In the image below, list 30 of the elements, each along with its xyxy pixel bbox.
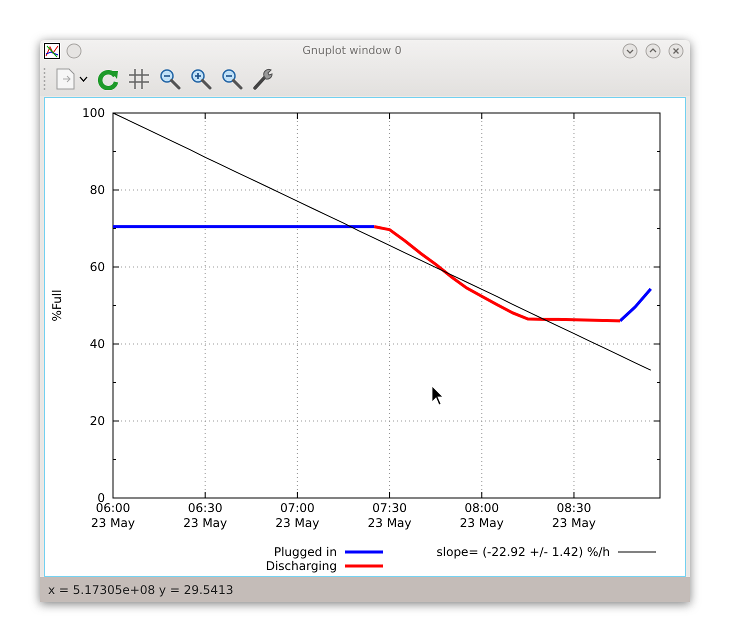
caret-icon[interactable] bbox=[79, 76, 88, 82]
legend-label: Plugged in bbox=[274, 545, 337, 559]
wrench-icon[interactable] bbox=[252, 68, 274, 90]
cursor-icon bbox=[432, 385, 444, 406]
x-tick-label: 08:30 23 May bbox=[552, 501, 596, 530]
legend-label: Discharging bbox=[266, 559, 337, 573]
x-tick-label: 07:30 23 May bbox=[368, 501, 412, 530]
grid-icon[interactable] bbox=[128, 68, 150, 90]
y-tick-label: 60 bbox=[90, 260, 105, 274]
x-tick-label: 06:00 23 May bbox=[91, 501, 135, 530]
zoom-reset-icon[interactable] bbox=[221, 68, 243, 90]
y-tick-label: 40 bbox=[90, 337, 105, 351]
y-tick-label: 20 bbox=[90, 414, 105, 428]
x-tick-label: 08:00 23 May bbox=[460, 501, 504, 530]
y-tick-label: 100 bbox=[82, 106, 105, 120]
toolbar-grip-icon bbox=[43, 67, 46, 91]
zoom-out-icon[interactable] bbox=[159, 68, 181, 90]
window-title: Gnuplot window 0 bbox=[301, 42, 403, 59]
refresh-icon[interactable] bbox=[97, 68, 119, 90]
legend-label: slope= (-22.92 +/- 1.42) %/h bbox=[436, 545, 610, 559]
y-axis-label: %Full bbox=[50, 290, 64, 322]
y-tick-label: 80 bbox=[90, 183, 105, 197]
x-tick-label: 07:00 23 May bbox=[275, 501, 320, 530]
status-text: x = 5.17305e+08 y = 29.5413 bbox=[48, 582, 234, 598]
close-button[interactable] bbox=[668, 43, 684, 59]
maximize-button[interactable] bbox=[645, 43, 661, 59]
minimize-button[interactable] bbox=[622, 43, 638, 59]
zoom-in-icon[interactable] bbox=[190, 68, 212, 90]
app-icon bbox=[44, 43, 60, 59]
x-tick-label: 06:30 23 May bbox=[183, 501, 228, 530]
